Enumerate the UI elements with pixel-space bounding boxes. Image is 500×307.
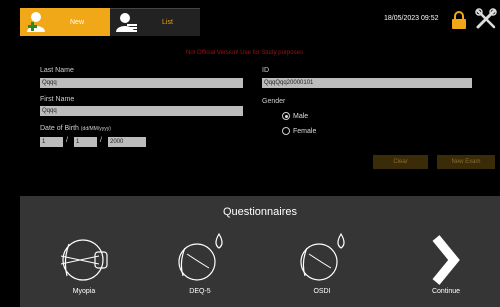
last-name-label: Last Name xyxy=(40,67,74,74)
questionnaire-myopia-label: Myopia xyxy=(72,288,96,295)
gender-male-radio[interactable]: Male xyxy=(282,112,308,120)
dry-eye-icon xyxy=(178,232,223,281)
questionnaires-panel: Questionnaires Myopia DEQ-5 OSDI Continu… xyxy=(20,196,500,307)
continue-label: Continue xyxy=(431,288,461,295)
new-exam-button[interactable]: New Exam xyxy=(437,155,495,169)
questionnaires-title: Questionnaires xyxy=(223,206,297,218)
questionnaire-osdi-label: OSDI xyxy=(313,288,331,295)
gender-female-label: Female xyxy=(293,127,317,135)
first-name-label: First Name xyxy=(40,96,75,103)
id-label: ID xyxy=(262,67,269,74)
dob-year-field[interactable]: 2000 xyxy=(108,137,146,147)
tab-new[interactable]: New xyxy=(20,8,110,36)
chevron-right-icon xyxy=(432,235,460,285)
dob-separator: / xyxy=(66,137,68,144)
lock-icon[interactable] xyxy=(451,11,467,29)
gender-label: Gender xyxy=(262,98,286,105)
questionnaire-deq5[interactable]: DEQ-5 xyxy=(160,230,240,300)
user-list-icon xyxy=(116,13,137,32)
gender-male-label: Male xyxy=(293,112,309,120)
radio-checked-icon xyxy=(282,112,290,120)
questionnaire-osdi[interactable]: OSDI xyxy=(282,230,362,300)
top-bar: New List 18/05/2023 09:52 xyxy=(0,0,500,38)
id-field[interactable]: QqqQqq20000101 xyxy=(262,78,472,88)
tab-list-label: List xyxy=(162,19,173,26)
clear-button[interactable]: Clear xyxy=(373,155,428,169)
tools-icon[interactable] xyxy=(475,8,497,30)
dry-eye-icon xyxy=(300,232,345,281)
questionnaire-deq5-label: DEQ-5 xyxy=(189,288,211,295)
tab-list[interactable]: List xyxy=(110,8,200,36)
dob-label-text: Date of Birth xyxy=(40,125,79,132)
first-name-field[interactable]: Qqqq xyxy=(40,106,243,116)
dob-format: (dd/MM/yyyy) xyxy=(80,126,111,132)
last-name-field[interactable]: Qqqq xyxy=(40,78,243,88)
watermark-text: Not Official Version! Use for Study purp… xyxy=(186,50,303,56)
tab-new-label: New xyxy=(70,18,85,26)
date-time: 18/05/2023 09:52 xyxy=(384,15,439,22)
continue-button[interactable]: Continue xyxy=(406,230,486,300)
add-user-icon xyxy=(27,12,45,32)
questionnaire-myopia[interactable]: Myopia xyxy=(44,230,124,300)
dob-separator: / xyxy=(100,137,102,144)
eye-icon xyxy=(60,239,108,281)
dob-month-field[interactable]: 1 xyxy=(74,137,97,147)
dob-day-field[interactable]: 1 xyxy=(40,137,63,147)
radio-unchecked-icon xyxy=(282,127,290,135)
dob-label: Date of Birth (dd/MM/yyyy) xyxy=(40,125,111,132)
gender-female-radio[interactable]: Female xyxy=(282,127,316,135)
